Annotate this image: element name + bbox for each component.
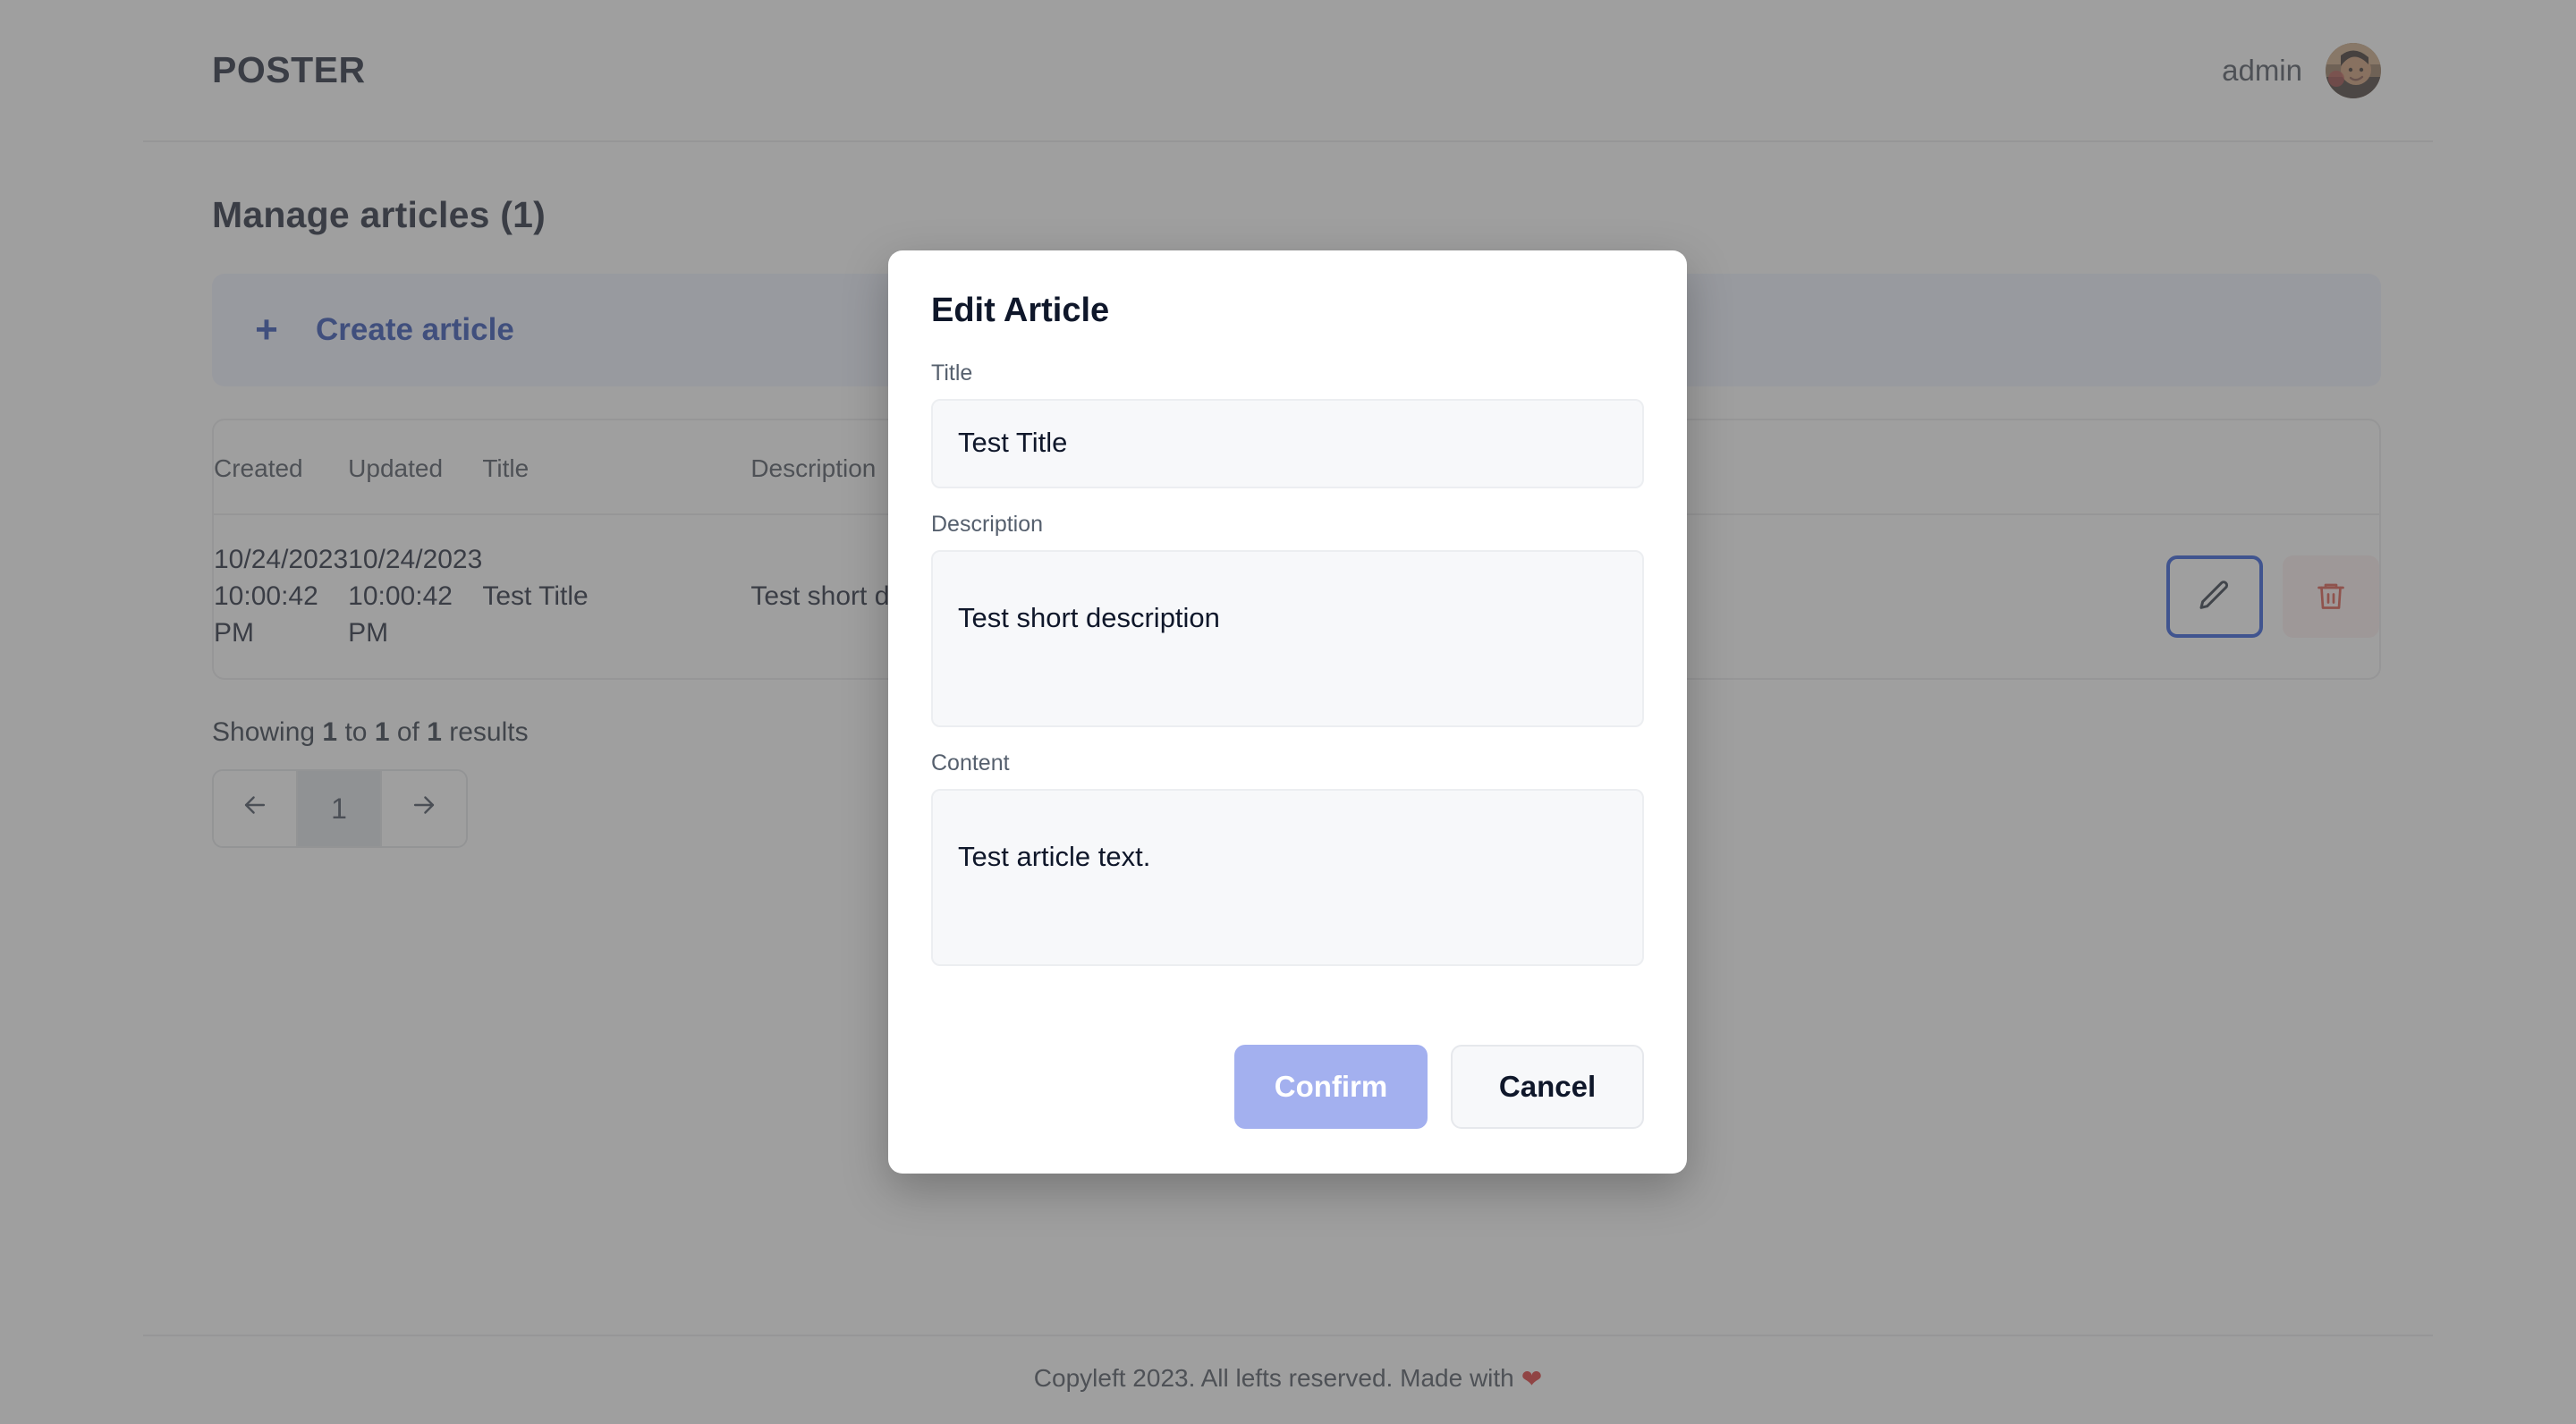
description-input[interactable]: Test short description — [931, 550, 1644, 727]
cancel-button[interactable]: Cancel — [1451, 1045, 1644, 1129]
field-content-label: Content — [931, 750, 1010, 776]
edit-article-modal: Edit Article Title Description Test shor… — [888, 250, 1687, 1174]
modal-action-buttons: Confirm Cancel — [931, 1045, 1644, 1129]
field-title-label: Title — [931, 360, 973, 386]
field-content: Content Test article text. — [931, 750, 1644, 966]
field-title: Title — [931, 360, 1644, 488]
title-input[interactable] — [931, 399, 1644, 488]
modal-title: Edit Article — [931, 292, 1110, 329]
content-input[interactable]: Test article text. — [931, 789, 1644, 966]
field-description: Description Test short description — [931, 512, 1644, 727]
confirm-button[interactable]: Confirm — [1234, 1045, 1428, 1129]
field-description-label: Description — [931, 512, 1044, 537]
